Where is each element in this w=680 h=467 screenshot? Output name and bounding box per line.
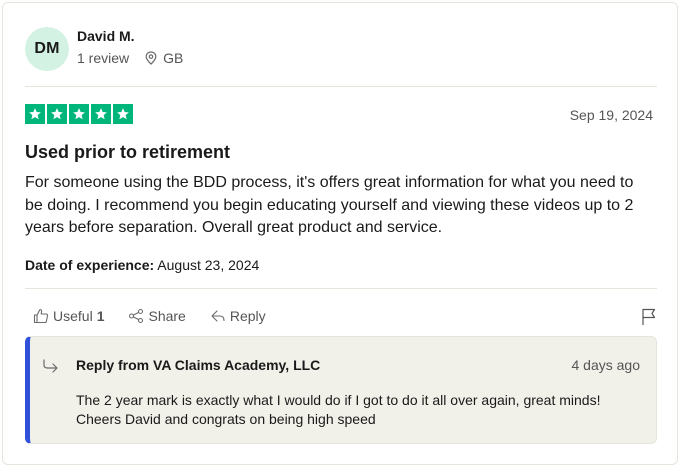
avatar[interactable]: DM (25, 27, 69, 71)
useful-label: Useful (53, 308, 93, 324)
header-divider (25, 86, 657, 87)
reviewer-info: David M. 1 review GB (77, 28, 183, 66)
date-of-experience-value: August 23, 2024 (157, 257, 260, 273)
reply-arrow-icon (210, 308, 230, 324)
star-icon (113, 104, 133, 124)
star-rating (25, 104, 133, 124)
star-icon (47, 104, 67, 124)
reply-time: 4 days ago (571, 357, 641, 373)
date-of-experience: Date of experience: August 23, 2024 (25, 257, 259, 273)
reply-button[interactable]: Reply (210, 308, 266, 324)
reviewer-header: DM David M. 1 review GB (25, 27, 183, 71)
review-count: 1 review (77, 50, 130, 66)
share-button[interactable]: Share (128, 308, 186, 324)
review-date: Sep 19, 2024 (569, 107, 653, 123)
location-pin-icon (145, 51, 157, 65)
share-icon (128, 308, 148, 324)
date-of-experience-label: Date of experience: (25, 257, 155, 273)
reply-from: Reply from VA Claims Academy, LLC (76, 357, 321, 373)
company-reply: Reply from VA Claims Academy, LLC 4 days… (25, 336, 657, 444)
star-icon (69, 104, 89, 124)
star-icon (25, 104, 45, 124)
useful-count: 1 (96, 308, 105, 324)
useful-button[interactable]: Useful 1 (33, 308, 104, 324)
reply-arrow-icon (42, 358, 60, 379)
report-flag-icon[interactable] (641, 308, 657, 331)
reviewer-name[interactable]: David M. (77, 28, 183, 44)
reply-label: Reply (229, 308, 266, 324)
star-icon (91, 104, 111, 124)
share-label: Share (148, 308, 186, 324)
thumbs-up-icon (33, 308, 53, 324)
review-actions: Useful 1 Share Reply (33, 308, 290, 324)
reviewer-meta: 1 review GB (77, 50, 183, 66)
actions-divider (25, 288, 657, 289)
review-title[interactable]: Used prior to retirement (25, 142, 230, 163)
reply-text: The 2 year mark is exactly what I would … (76, 392, 601, 427)
reviewer-country: GB (163, 50, 184, 66)
review-card: DM David M. 1 review GB Sep 19, 2024 Use… (2, 2, 678, 465)
review-body: For someone using the BDD process, it's … (25, 174, 634, 236)
